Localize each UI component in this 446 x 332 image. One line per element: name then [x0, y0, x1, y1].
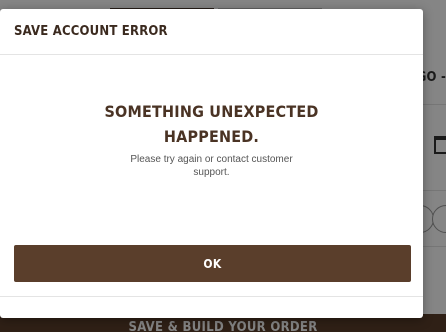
error-message: Please try again or contact customer sup… — [130, 154, 293, 178]
modal-footer-divider — [0, 296, 423, 297]
ok-button[interactable]: OK — [14, 245, 411, 282]
error-heading: SOMETHING UNEXPECTED HAPPENED. — [104, 102, 319, 146]
page: S GO - SAVE & BUILD YOUR ORDER SAVE ACCO… — [0, 0, 446, 332]
error-modal: SAVE ACCOUNT ERROR SOMETHING UNEXPECTED … — [0, 9, 423, 318]
modal-title: SAVE ACCOUNT ERROR — [14, 24, 168, 39]
modal-header: SAVE ACCOUNT ERROR — [0, 9, 423, 55]
modal-body: SOMETHING UNEXPECTED HAPPENED. Please tr… — [0, 55, 423, 179]
